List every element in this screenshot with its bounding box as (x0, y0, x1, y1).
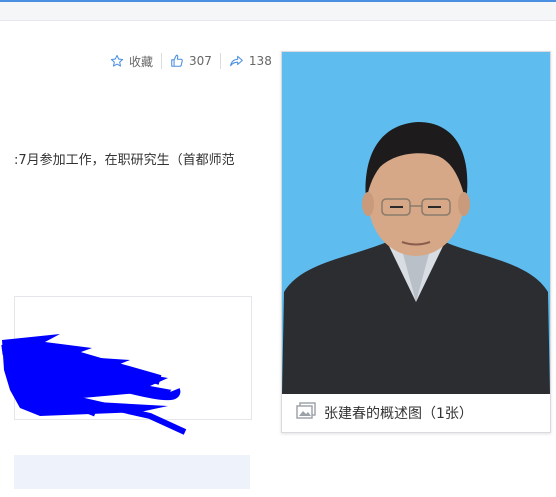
album-caption[interactable]: 张建春的概述图（1张） (282, 394, 550, 432)
summary-album-card[interactable]: 张建春的概述图（1张） (281, 51, 551, 433)
top-nav-bar (0, 0, 556, 21)
favorite-button[interactable]: 收藏 (110, 53, 153, 70)
divider (219, 53, 221, 69)
divider (161, 53, 163, 69)
like-button[interactable]: 307 (170, 54, 212, 68)
share-button[interactable]: 138 (229, 54, 272, 68)
redaction-scribble (1, 334, 187, 435)
image-icon (296, 402, 316, 424)
like-count: 307 (189, 54, 212, 68)
action-bar: 收藏 307 138 (110, 52, 272, 70)
favorite-label: 收藏 (129, 54, 154, 69)
portrait-photo[interactable] (282, 52, 550, 394)
top-accent-line (0, 0, 556, 2)
share-count: 138 (248, 54, 272, 68)
summary-text: :7月参加工作，在职研究生（首都师范 (14, 153, 235, 168)
thumbs-up-icon (170, 54, 184, 68)
album-caption-text: 张建春的概述图（1张） (324, 406, 473, 422)
star-icon (110, 54, 124, 68)
share-arrow-icon (229, 54, 244, 68)
light-band (14, 455, 250, 489)
